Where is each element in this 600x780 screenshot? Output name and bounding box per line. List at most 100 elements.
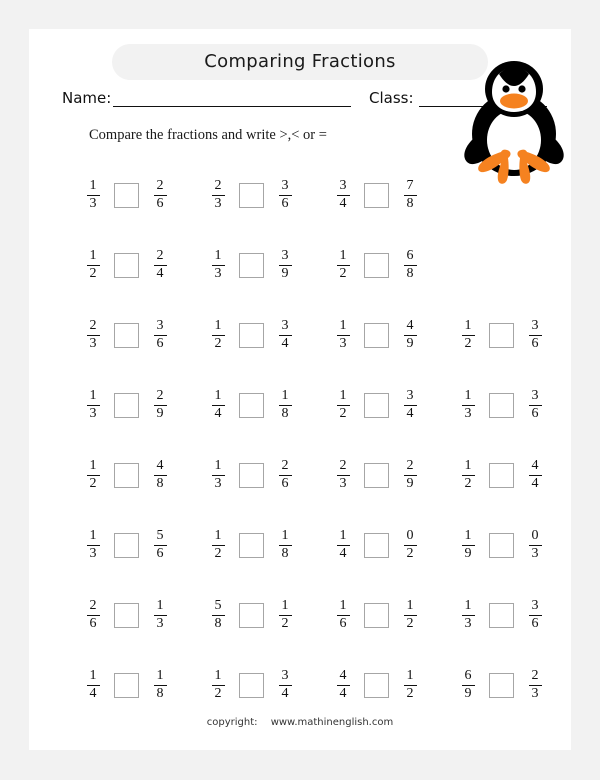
page-title: Comparing Fractions: [204, 51, 396, 72]
answer-box[interactable]: [364, 532, 389, 558]
right-fraction: 36: [525, 598, 545, 631]
answer-box[interactable]: [114, 322, 139, 348]
fraction-numerator: 3: [531, 317, 539, 333]
problem-cell: 4412: [333, 650, 461, 720]
answer-box[interactable]: [114, 532, 139, 558]
fraction-denominator: 4: [339, 545, 347, 561]
problem-cell: 23 29: [333, 440, 461, 510]
fraction-denominator: 2: [89, 475, 97, 491]
answer-box[interactable]: [114, 252, 139, 278]
fraction-denominator: 3: [89, 335, 97, 351]
fraction-numerator: 1: [89, 177, 97, 193]
comparison-problem: 1234: [333, 383, 453, 427]
problem-cell: 1336: [458, 580, 586, 650]
answer-box[interactable]: [364, 252, 389, 278]
right-fraction: 23: [525, 668, 545, 701]
fraction-denominator: 6: [281, 475, 289, 491]
fraction-denominator: 8: [156, 475, 164, 491]
right-fraction: 13: [150, 598, 170, 631]
answer-box[interactable]: [239, 182, 264, 208]
fraction-denominator: 4: [406, 405, 414, 421]
fraction-numerator: 1: [339, 387, 347, 403]
answer-box[interactable]: [489, 392, 514, 418]
fraction-denominator: 6: [531, 615, 539, 631]
answer-box[interactable]: [364, 462, 389, 488]
problem-row: 122413391268: [43, 230, 557, 300]
answer-box[interactable]: [114, 182, 139, 208]
fraction-denominator: 6: [156, 335, 164, 351]
answer-box[interactable]: [239, 252, 264, 278]
fraction-denominator: 3: [531, 545, 539, 561]
comparison-problem: 1356: [83, 523, 203, 567]
right-fraction: 29: [400, 457, 420, 491]
answer-box[interactable]: [239, 392, 264, 418]
fraction-denominator: 3: [464, 615, 472, 631]
answer-box[interactable]: [364, 182, 389, 208]
fraction-numerator: 2: [339, 457, 347, 473]
left-fraction: 12: [333, 387, 353, 421]
left-fraction: 26: [83, 598, 103, 631]
right-fraction: 56: [150, 528, 170, 561]
left-fraction: 13: [208, 458, 228, 491]
right-fraction: 48: [150, 458, 170, 491]
left-fraction: 16: [333, 598, 353, 631]
fraction-numerator: 2: [156, 177, 164, 193]
answer-box[interactable]: [364, 392, 389, 418]
name-input-line[interactable]: [113, 106, 351, 107]
left-fraction: 19: [458, 527, 478, 561]
answer-box[interactable]: [114, 462, 139, 488]
answer-box[interactable]: [489, 602, 514, 628]
fraction-denominator: 6: [156, 545, 164, 561]
fraction-denominator: 3: [214, 265, 222, 281]
answer-box[interactable]: [489, 532, 514, 558]
answer-box[interactable]: [364, 672, 389, 698]
answer-box[interactable]: [114, 672, 139, 698]
comparison-problem: 5812: [208, 593, 328, 637]
left-fraction: 13: [458, 388, 478, 421]
answer-box[interactable]: [364, 322, 389, 348]
comparison-problem: 1268: [333, 243, 453, 287]
right-fraction: 12: [400, 667, 420, 701]
answer-box[interactable]: [489, 462, 514, 488]
problem-row: 1248132623291244: [43, 440, 557, 510]
fraction-denominator: 4: [214, 405, 222, 421]
problem-cell: 6923: [458, 650, 586, 720]
fraction-denominator: 2: [406, 685, 414, 701]
fraction-denominator: 3: [464, 405, 472, 421]
right-fraction: 36: [150, 318, 170, 351]
fraction-numerator: 1: [406, 667, 414, 683]
fraction-numerator: 0: [406, 527, 414, 543]
answer-box[interactable]: [489, 672, 514, 698]
fraction-numerator: 3: [281, 317, 289, 333]
left-fraction: 12: [83, 248, 103, 281]
left-fraction: 23: [333, 457, 353, 491]
answer-box[interactable]: [239, 672, 264, 698]
fraction-numerator: 2: [406, 457, 414, 473]
comparison-problem: 1349: [333, 313, 453, 357]
fraction-numerator: 0: [531, 527, 539, 543]
answer-box[interactable]: [114, 392, 139, 418]
fraction-numerator: 6: [464, 667, 472, 683]
answer-box[interactable]: [114, 602, 139, 628]
comparison-problem: 1218: [208, 523, 328, 567]
fraction-denominator: 4: [281, 685, 289, 701]
fraction-denominator: 8: [406, 265, 414, 281]
fraction-numerator: 1: [339, 317, 347, 333]
fraction-denominator: 3: [531, 685, 539, 701]
answer-box[interactable]: [239, 322, 264, 348]
answer-box[interactable]: [239, 602, 264, 628]
fraction-numerator: 1: [89, 387, 97, 403]
fraction-denominator: 6: [281, 195, 289, 211]
fraction-numerator: 4: [531, 457, 539, 473]
fraction-numerator: 2: [156, 247, 164, 263]
answer-box[interactable]: [489, 322, 514, 348]
problem-cell: 1248: [83, 440, 211, 510]
fraction-denominator: 6: [531, 335, 539, 351]
fraction-numerator: 1: [464, 527, 472, 543]
left-fraction: 13: [83, 387, 103, 421]
answer-box[interactable]: [239, 462, 264, 488]
title-banner: Comparing Fractions: [112, 44, 488, 80]
answer-box[interactable]: [239, 532, 264, 558]
fraction-denominator: 2: [464, 475, 472, 491]
answer-box[interactable]: [364, 602, 389, 628]
